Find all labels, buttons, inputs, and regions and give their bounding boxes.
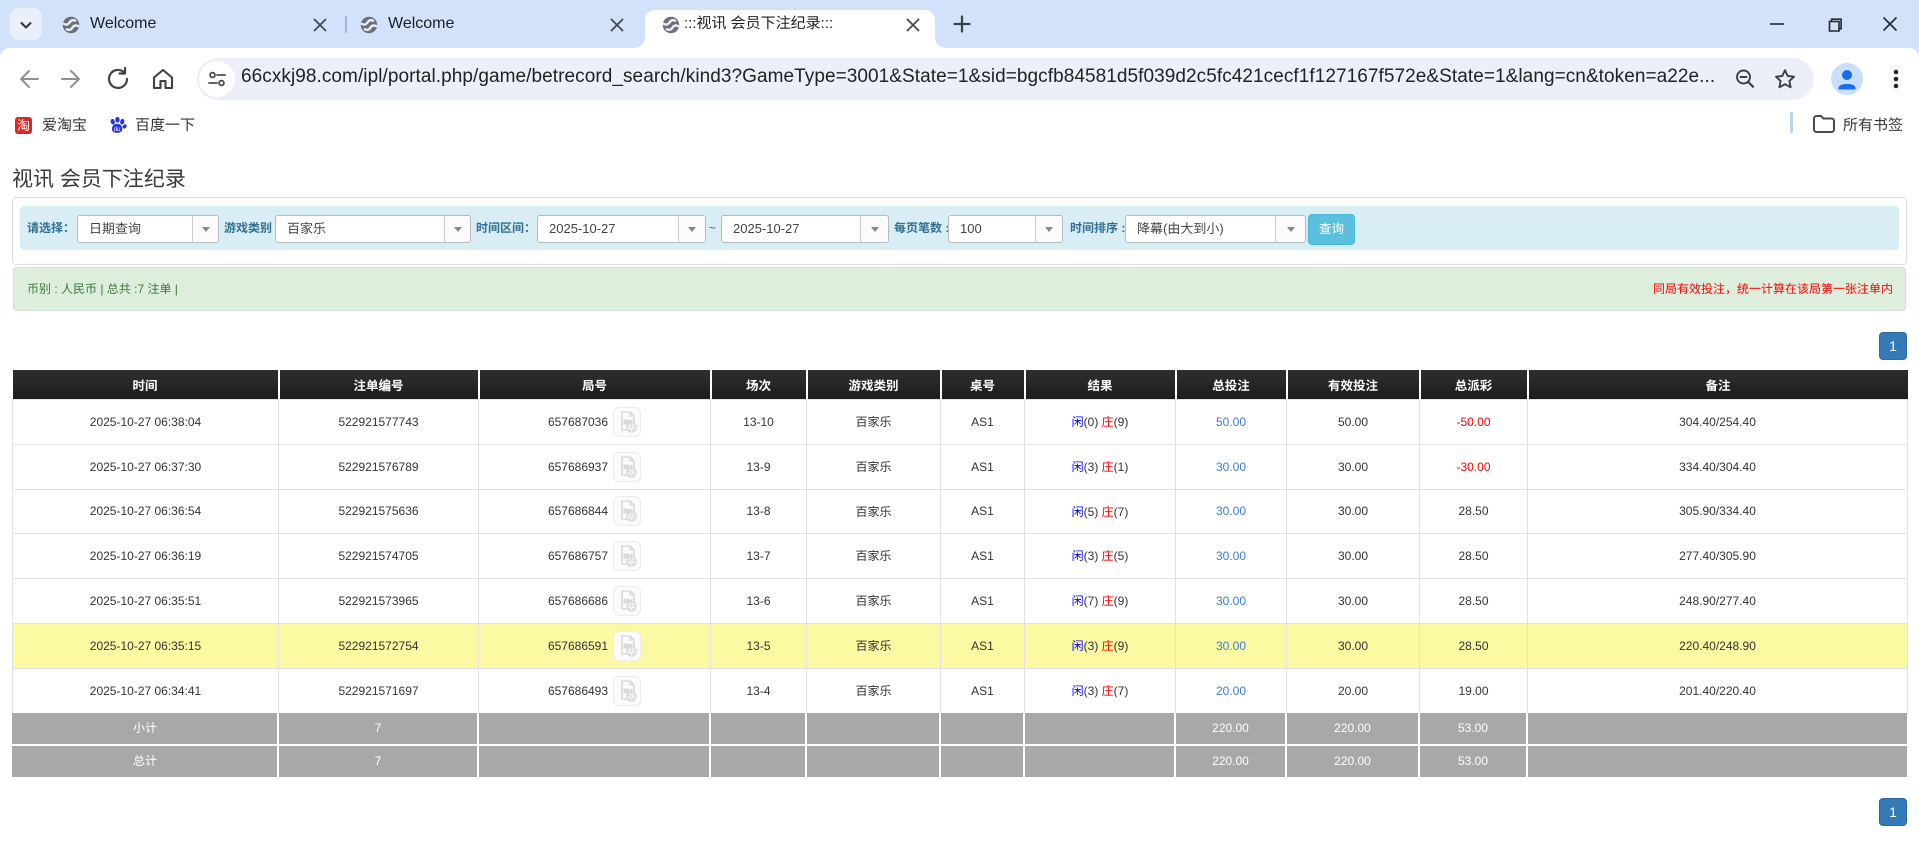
- svg-text:du: du: [114, 127, 121, 133]
